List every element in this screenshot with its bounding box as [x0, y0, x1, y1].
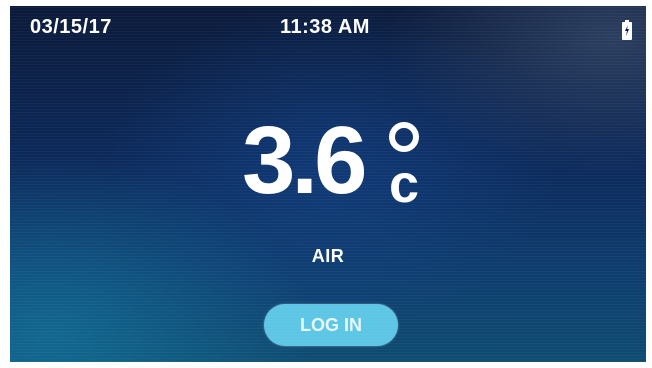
- device-frame: 03/15/17 11:38 AM 3.6 c AIR LOG IN: [0, 0, 652, 368]
- battery-charging-icon: [622, 20, 632, 40]
- temperature-display: 3.6 c: [242, 106, 442, 216]
- display-screen: 03/15/17 11:38 AM 3.6 c AIR LOG IN: [10, 6, 646, 362]
- login-button[interactable]: LOG IN: [264, 304, 398, 346]
- svg-text:c: c: [389, 154, 419, 206]
- time-readout: 11:38 AM: [280, 16, 370, 38]
- sensor-label: AIR: [311, 246, 345, 266]
- temperature-value: 3.6: [242, 107, 367, 214]
- date-readout: 03/15/17: [30, 16, 112, 38]
- celsius-unit: c: [389, 122, 419, 206]
